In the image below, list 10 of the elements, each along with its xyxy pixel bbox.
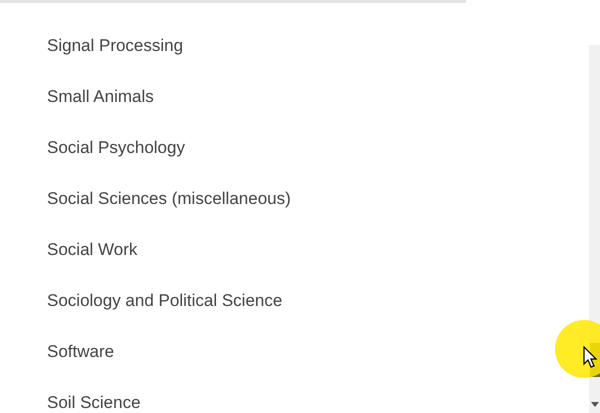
- list-option[interactable]: Small Animals: [0, 71, 589, 122]
- list-option[interactable]: Social Sciences (miscellaneous): [0, 173, 589, 224]
- list-option[interactable]: Signal Processing: [0, 20, 589, 71]
- list-option[interactable]: Social Work: [0, 224, 589, 275]
- list-option[interactable]: Soil Science: [0, 377, 589, 413]
- list-option[interactable]: Sociology and Political Science: [0, 275, 589, 326]
- cursor-highlight: [555, 320, 600, 378]
- cursor-icon: [583, 346, 597, 368]
- list-option[interactable]: Social Psychology: [0, 122, 589, 173]
- scroll-down-icon[interactable]: [591, 402, 599, 407]
